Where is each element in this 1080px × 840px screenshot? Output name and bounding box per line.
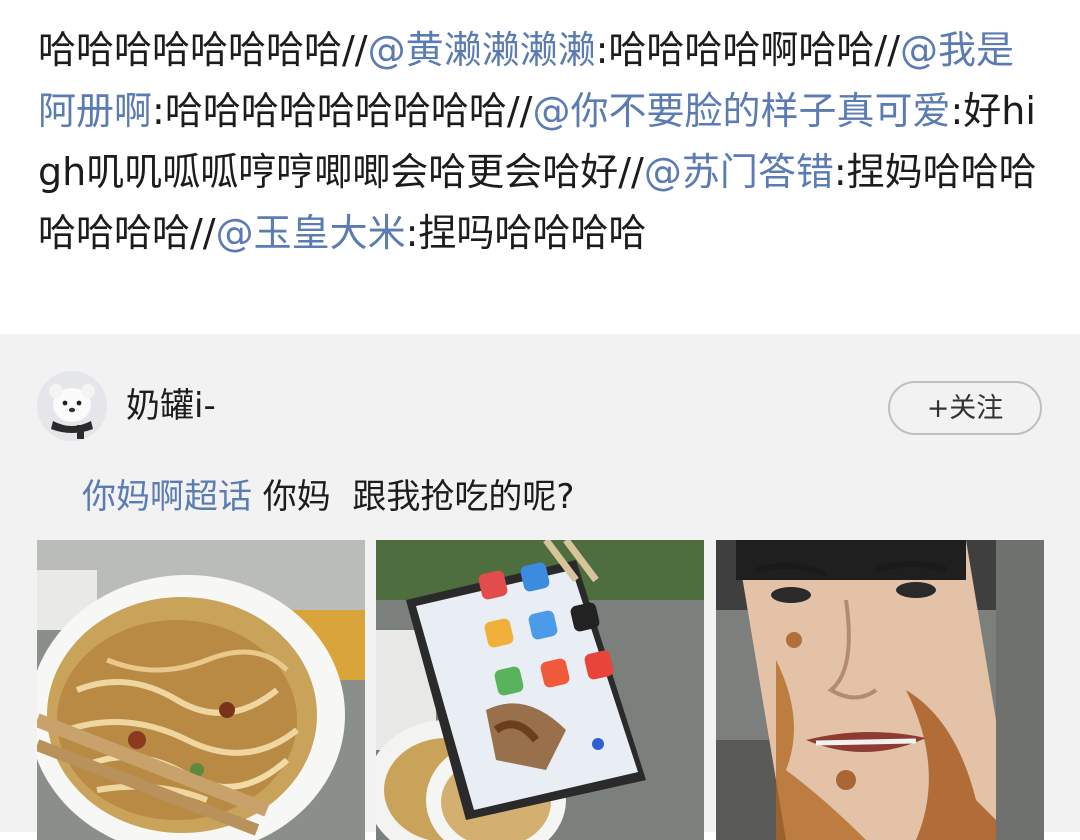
follow-button[interactable]: +关注 (888, 381, 1042, 435)
mention-link[interactable]: @黄濑濑濑濑 (368, 28, 596, 72)
repost-comment-text: 哈哈哈哈哈哈哈哈// (38, 28, 368, 72)
post-image-3[interactable] (716, 540, 1044, 840)
post-image-1[interactable] (37, 540, 365, 840)
repost-chain-text: 哈哈哈哈哈哈哈哈//@黄濑濑濑濑:哈哈哈哈啊哈哈//@我是阿册啊:哈哈哈哈哈哈哈… (38, 20, 1048, 264)
post-image-2[interactable] (376, 540, 704, 840)
mention-link[interactable]: @苏门答错 (644, 150, 834, 194)
face-on-phone-photo (716, 540, 1044, 840)
repost-comment-text: :哈哈哈哈啊哈哈// (595, 28, 901, 72)
post-body-text: 你妈 跟我抢吃的呢? (252, 477, 575, 517)
mention-link[interactable]: @你不要脸的样子真可爱 (532, 89, 950, 133)
post-card: 奶罐i- +关注 你妈啊超话 你妈 跟我抢吃的呢? (0, 334, 1080, 840)
phone-on-noodles-photo (376, 540, 704, 840)
post-username[interactable]: 奶罐i- (126, 384, 216, 428)
noodle-bowl-photo (37, 540, 365, 840)
mention-link[interactable]: @玉皇大米 (216, 211, 406, 255)
repost-section: 哈哈哈哈哈哈哈哈//@黄濑濑濑濑:哈哈哈哈啊哈哈//@我是阿册啊:哈哈哈哈哈哈哈… (0, 0, 1080, 334)
supertopic-link[interactable]: 你妈啊超话 (82, 477, 252, 517)
user-avatar[interactable] (37, 371, 107, 441)
post-text: 你妈啊超话 你妈 跟我抢吃的呢? (82, 472, 1042, 522)
repost-comment-text: :捏吗哈哈哈哈 (405, 211, 647, 255)
dog-avatar-icon (37, 371, 107, 441)
repost-comment-text: :哈哈哈哈哈哈哈哈哈// (152, 89, 533, 133)
